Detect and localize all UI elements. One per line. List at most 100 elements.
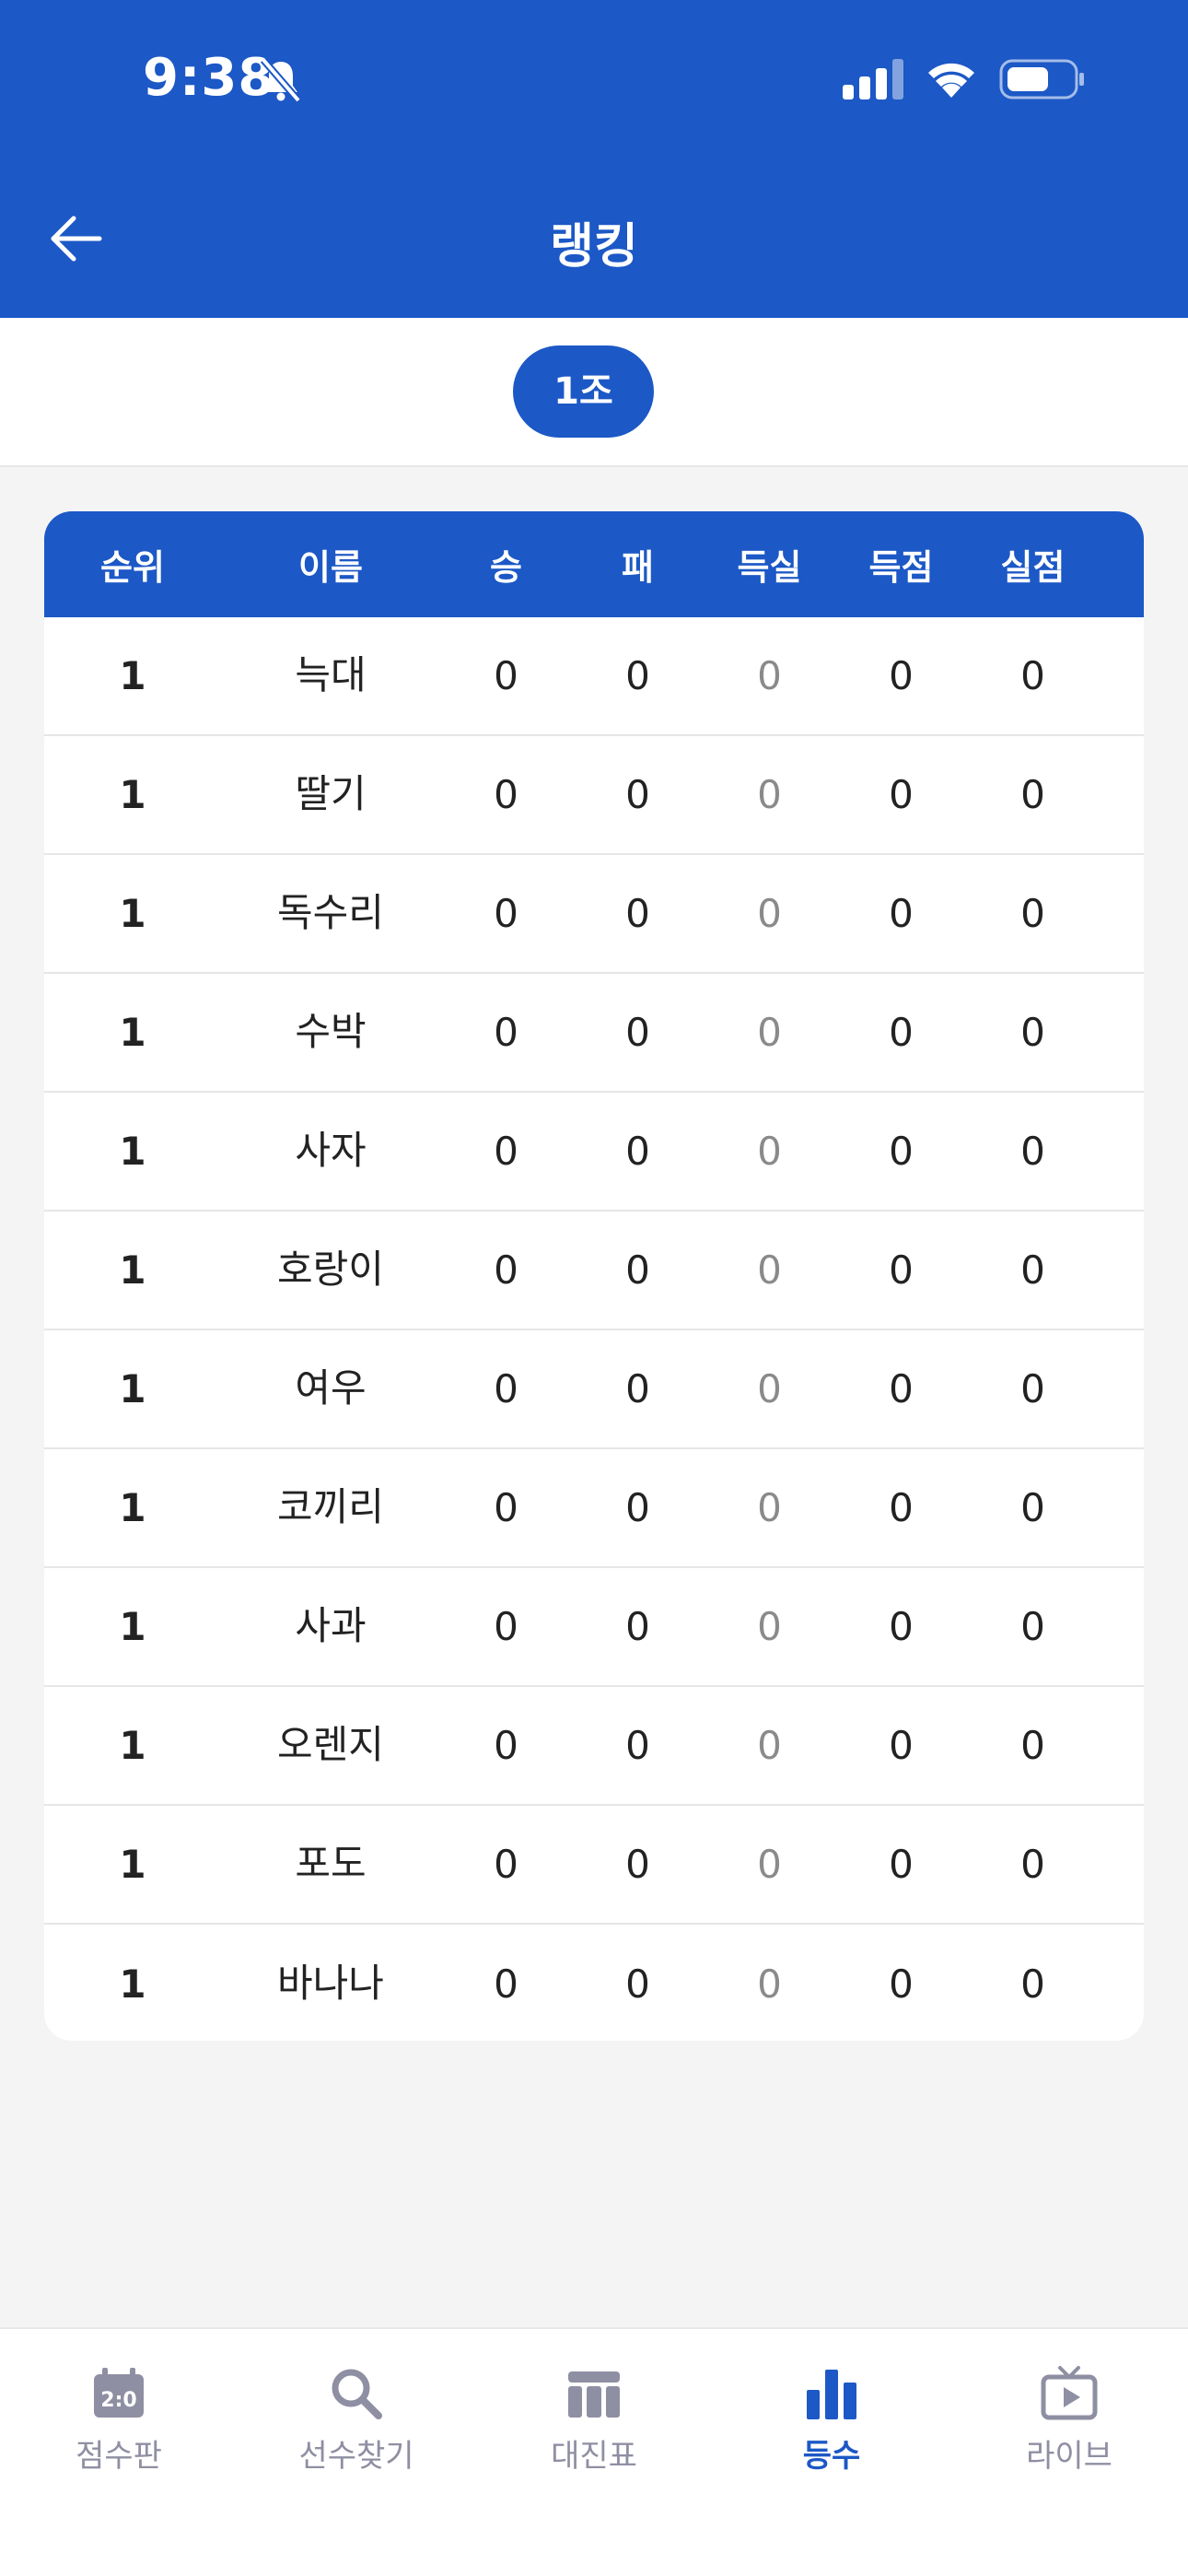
cell-name: 오렌지 [277, 1722, 384, 1767]
cell-win: 0 [494, 891, 518, 936]
table-row: 1 독수리 0 0 0 0 0 [44, 855, 1144, 974]
cell-scored: 0 [889, 1723, 914, 1768]
nav-label: 선수찾기 [298, 2438, 414, 2475]
nav-label: 대진표 [551, 2438, 637, 2475]
nav-item-scoreboard[interactable]: 2:0 점수판 [0, 2329, 238, 2513]
cell-scored: 0 [889, 1961, 914, 2007]
cell-rank: 1 [119, 653, 146, 698]
cell-win: 0 [494, 1247, 518, 1293]
bar-chart-icon [807, 2370, 856, 2419]
cell-scored: 0 [889, 1247, 914, 1293]
column-header-conceded: 실점 [1000, 547, 1066, 588]
cell-loss: 0 [625, 1485, 650, 1530]
cell-win: 0 [494, 653, 518, 698]
group-tab-selected[interactable]: 1조 [513, 345, 654, 438]
column-header-scored: 득점 [868, 547, 934, 588]
group-selector-bar: 1조 [0, 318, 1188, 467]
nav-label: 등수 [802, 2438, 861, 2475]
cell-rank: 1 [119, 1842, 146, 1887]
cell-rank: 1 [119, 1604, 146, 1649]
search-icon [332, 2369, 382, 2419]
table-body: 1 늑대 0 0 0 0 0 1 딸기 0 0 0 0 0 1 독수리 0 0 0 0 0 1 수박 0 0 0 0 0 1 사자 0 0 0 0… [44, 617, 1144, 2041]
live-tv-icon [1041, 2366, 1098, 2420]
cell-scored: 0 [889, 1129, 914, 1174]
cell-name: 사자 [295, 1128, 367, 1173]
cell-win: 0 [494, 772, 518, 817]
cell-goal-diff: 0 [757, 1961, 782, 2007]
table-row: 1 여우 0 0 0 0 0 [44, 1330, 1144, 1449]
cell-loss: 0 [625, 1247, 650, 1293]
cell-conceded: 0 [1020, 1961, 1045, 2007]
nav-label: 점수판 [76, 2438, 162, 2475]
cell-conceded: 0 [1020, 891, 1045, 936]
cell-scored: 0 [889, 653, 914, 698]
nav-item-player-search[interactable]: 선수찾기 [238, 2329, 475, 2513]
cell-conceded: 0 [1020, 1366, 1045, 1411]
nav-label: 라이브 [1026, 2438, 1112, 2475]
cell-conceded: 0 [1020, 1485, 1045, 1530]
cell-scored: 0 [889, 1604, 914, 1649]
status-bar: 9:38 [0, 0, 1188, 161]
cell-name: 코끼리 [277, 1484, 384, 1529]
cell-win: 0 [494, 1842, 518, 1887]
table-row: 1 수박 0 0 0 0 0 [44, 974, 1144, 1093]
cell-rank: 1 [119, 1961, 146, 2007]
cell-loss: 0 [625, 1842, 650, 1887]
cell-goal-diff: 0 [757, 1604, 782, 1649]
cell-name: 호랑이 [277, 1247, 384, 1292]
cell-win: 0 [494, 1604, 518, 1649]
cell-rank: 1 [119, 1129, 146, 1174]
cellular-signal-icon [843, 59, 903, 100]
cell-loss: 0 [625, 1604, 650, 1649]
cell-goal-diff: 0 [757, 1247, 782, 1293]
table-row: 1 호랑이 0 0 0 0 0 [44, 1212, 1144, 1330]
cell-name: 여우 [295, 1365, 367, 1411]
nav-item-bracket[interactable]: 대진표 [475, 2329, 713, 2513]
cell-rank: 1 [119, 772, 146, 817]
cell-loss: 0 [625, 891, 650, 936]
scoreboard-icon: 2:0 [94, 2368, 144, 2418]
table-header: 순위 이름 승 패 득실 득점 실점 [44, 511, 1144, 617]
column-header-loss: 패 [622, 547, 654, 588]
cell-conceded: 0 [1020, 1842, 1045, 1887]
cell-scored: 0 [889, 891, 914, 936]
cell-rank: 1 [119, 1366, 146, 1411]
table-row: 1 코끼리 0 0 0 0 0 [44, 1449, 1144, 1568]
svg-text:2:0: 2:0 [100, 2389, 136, 2412]
cell-scored: 0 [889, 1010, 914, 1055]
table-row: 1 사자 0 0 0 0 0 [44, 1093, 1144, 1212]
cell-loss: 0 [625, 772, 650, 817]
bottom-navigation: 2:0 점수판 선수찾기 대진표 등수 라이브 [0, 2327, 1188, 2576]
nav-item-live[interactable]: 라이브 [950, 2329, 1188, 2513]
wifi-icon [928, 63, 974, 98]
cell-win: 0 [494, 1485, 518, 1530]
cell-conceded: 0 [1020, 772, 1045, 817]
nav-item-ranking[interactable]: 등수 [713, 2329, 950, 2513]
cell-loss: 0 [625, 1366, 650, 1411]
cell-goal-diff: 0 [757, 1010, 782, 1055]
cell-name: 늑대 [295, 652, 367, 697]
cell-loss: 0 [625, 1723, 650, 1768]
table-row: 1 늑대 0 0 0 0 0 [44, 617, 1144, 736]
cell-goal-diff: 0 [757, 1366, 782, 1411]
cell-scored: 0 [889, 1366, 914, 1411]
cell-win: 0 [494, 1010, 518, 1055]
cell-win: 0 [494, 1366, 518, 1411]
cell-conceded: 0 [1020, 1010, 1045, 1055]
column-header-rank: 순위 [100, 547, 165, 588]
cell-loss: 0 [625, 1961, 650, 2007]
cell-name: 수박 [295, 1009, 367, 1054]
cell-win: 0 [494, 1723, 518, 1768]
cell-conceded: 0 [1020, 1723, 1045, 1768]
cell-name: 독수리 [277, 890, 384, 935]
cell-rank: 1 [119, 891, 146, 936]
cell-scored: 0 [889, 772, 914, 817]
cell-name: 딸기 [295, 771, 367, 816]
bracket-table-icon [568, 2371, 620, 2418]
ranking-table: 순위 이름 승 패 득실 득점 실점 1 늑대 0 0 0 0 0 1 딸기 0 0 0 0 0 1 독수리 0… [44, 511, 1144, 2041]
cell-win: 0 [494, 1961, 518, 2007]
column-header-win: 승 [490, 547, 522, 588]
cell-rank: 1 [119, 1485, 146, 1530]
cell-goal-diff: 0 [757, 891, 782, 936]
column-header-goal-diff: 득실 [737, 547, 802, 588]
